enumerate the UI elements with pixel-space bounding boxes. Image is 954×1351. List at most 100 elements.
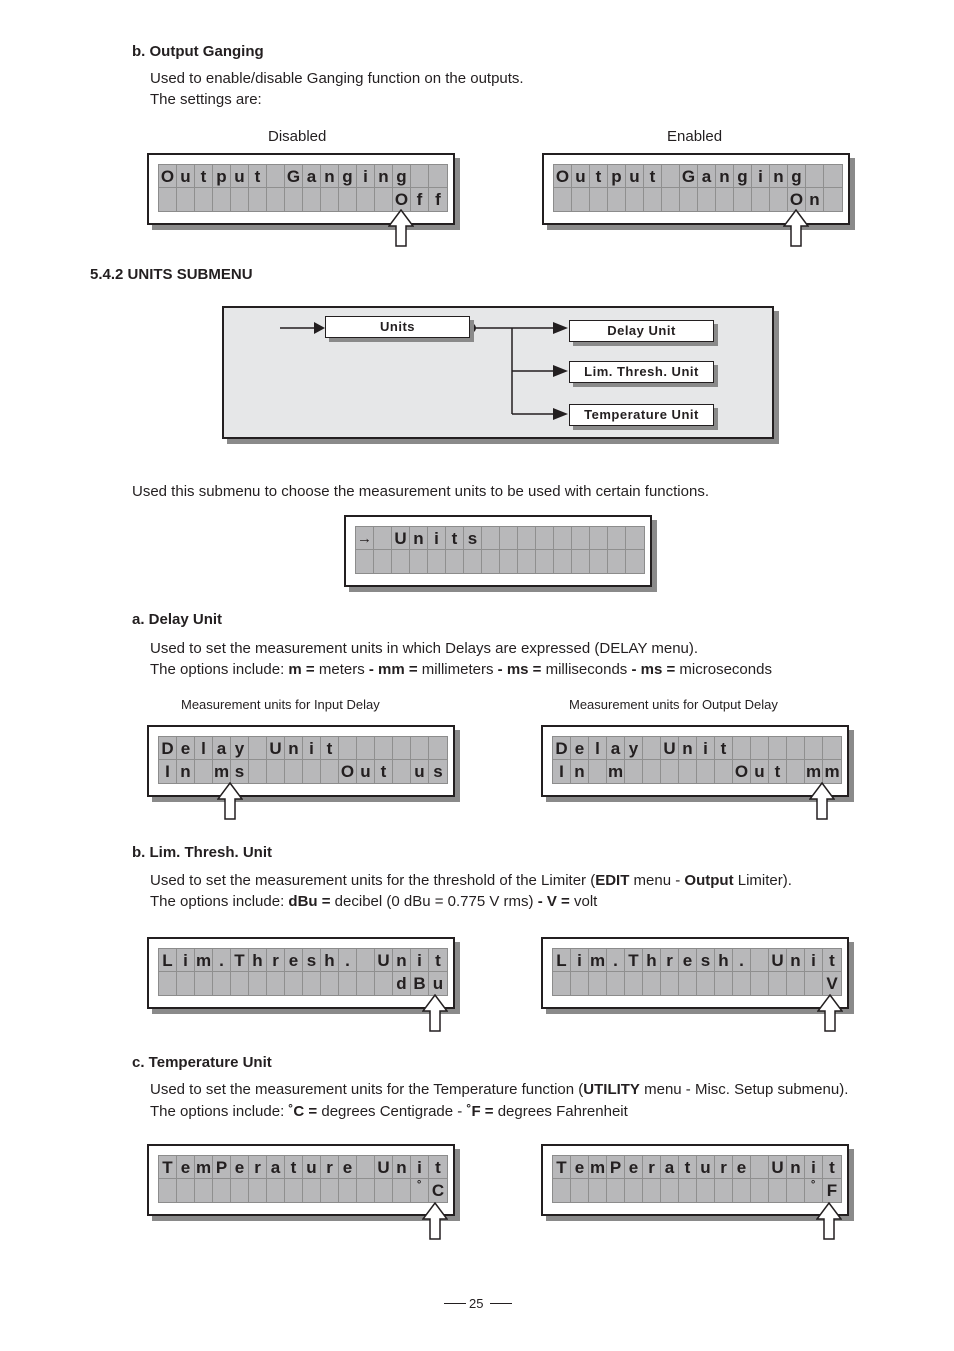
lcd-cell xyxy=(806,165,824,188)
lcd-cell xyxy=(357,1179,375,1202)
option-key: m = xyxy=(288,661,315,678)
lcd-cell: s xyxy=(464,527,482,550)
lcd-cell xyxy=(572,188,590,211)
lcd-cell xyxy=(374,527,392,550)
lcd-cell: y xyxy=(625,737,643,760)
lcd-cell xyxy=(267,760,285,783)
lcd-cell xyxy=(716,188,734,211)
lcd-cell: u xyxy=(626,165,644,188)
option-key: - ms = xyxy=(497,661,542,678)
lcd-cell: n xyxy=(679,737,697,760)
lcd-cell xyxy=(751,1179,769,1202)
lcd-cell xyxy=(572,550,590,573)
option-key: - ms = xyxy=(631,661,676,678)
caption-input-delay: Measurement units for Input Delay xyxy=(181,697,380,712)
lcd-cell xyxy=(715,760,733,783)
lcd-cell xyxy=(375,188,393,211)
lcd-character-grid: Lim.Thresh.UnitV xyxy=(552,948,842,996)
lcd-cell: t xyxy=(769,760,787,783)
lcd-cell xyxy=(213,188,231,211)
lcd-cell xyxy=(787,1179,805,1202)
paragraph: Used to set the measurement units for th… xyxy=(150,870,792,891)
lcd-cell xyxy=(357,972,375,995)
lcd-cell xyxy=(195,760,213,783)
arrowhead-icon xyxy=(553,408,568,420)
lcd-cell xyxy=(303,972,321,995)
lcd-cell xyxy=(500,550,518,573)
lcd-cell xyxy=(715,1179,733,1202)
lcd-cell xyxy=(321,188,339,211)
lcd-cell: a xyxy=(698,165,716,188)
lcd-cell xyxy=(643,972,661,995)
lcd-cell: n xyxy=(393,1156,411,1179)
footer-rule xyxy=(444,1303,466,1304)
lcd-cell xyxy=(679,760,697,783)
lcd-cell xyxy=(339,737,357,760)
lcd-cell: g xyxy=(788,165,806,188)
lcd-cell xyxy=(249,188,267,211)
lcd-cell: a xyxy=(303,165,321,188)
lcd-cell: t xyxy=(285,1156,303,1179)
lcd-cell: m xyxy=(824,762,840,781)
lcd-cell: . xyxy=(733,949,751,972)
lcd-cell: l xyxy=(195,737,213,760)
lcd-cell: m xyxy=(195,949,213,972)
text: Used to set the measurement units for th… xyxy=(150,1081,584,1098)
lcd-cell: h xyxy=(643,949,661,972)
lcd-cell xyxy=(553,1179,571,1202)
lcd-cell: U xyxy=(392,527,410,550)
lcd-cell xyxy=(303,1179,321,1202)
cursor-arrow-icon xyxy=(816,1202,842,1240)
lcd-cell: L xyxy=(159,949,177,972)
lcd-cell xyxy=(392,550,410,573)
lcd-cell: t xyxy=(321,737,339,760)
cursor-arrow-icon xyxy=(388,209,414,247)
lcd-cell: n xyxy=(393,949,411,972)
lcd-cell xyxy=(249,972,267,995)
lcd-cell: O xyxy=(554,165,572,188)
lcd-cell xyxy=(339,188,357,211)
lcd-cell xyxy=(661,760,679,783)
lcd-cell xyxy=(536,527,554,550)
lcd-cell: r xyxy=(249,1156,267,1179)
lcd-cell xyxy=(608,188,626,211)
text: Limiter). xyxy=(733,872,792,889)
lcd-cell xyxy=(303,188,321,211)
lcd-cell xyxy=(518,527,536,550)
lcd-cell xyxy=(357,1156,375,1179)
lcd-cell: r xyxy=(321,1156,339,1179)
lcd-cell xyxy=(679,972,697,995)
lcd-cell xyxy=(357,188,375,211)
cursor-arrow-icon xyxy=(783,209,809,247)
options-prefix: The options include: xyxy=(150,893,289,910)
lcd-character-grid: DelayUnitInmOutmm xyxy=(552,736,842,784)
paragraph: Used to enable/disable Ganging function … xyxy=(150,70,524,87)
lcd-cell xyxy=(572,527,590,550)
lcd-cell: e xyxy=(177,737,195,760)
lcd-cell: u xyxy=(751,760,769,783)
paragraph-options: The options include: dBu = decibel (0 dB… xyxy=(150,891,597,912)
lcd-cell: p xyxy=(213,165,231,188)
arrowhead-icon xyxy=(314,322,325,334)
lcd-cell: D xyxy=(159,737,177,760)
lcd-cell xyxy=(500,527,518,550)
lcd-display: Te m Pe r a t u r e Un i t ˚ C xyxy=(147,1144,455,1216)
lcd-cell: u xyxy=(432,974,444,993)
option-desc: decibel (0 dBu = 0.775 V rms) xyxy=(330,893,538,910)
lcd-cell: i xyxy=(805,1156,823,1179)
lcd-cell: r xyxy=(643,1156,661,1179)
lcd-cell xyxy=(393,1179,411,1202)
lcd-cell xyxy=(357,949,375,972)
lcd-cell xyxy=(411,737,429,760)
lcd-cell xyxy=(321,972,339,995)
lcd-cell xyxy=(428,550,446,573)
lcd-cell: U xyxy=(769,949,787,972)
lcd-character-grid: → Un i t s xyxy=(355,526,645,574)
menu-node-units: Units xyxy=(325,316,470,338)
lcd-cell: n xyxy=(770,165,788,188)
lcd-cell: G xyxy=(680,165,698,188)
lcd-cell: n xyxy=(410,527,428,550)
option-desc: millimeters xyxy=(417,661,498,678)
lcd-cell xyxy=(285,760,303,783)
text: menu - Misc. Setup submenu). xyxy=(639,1081,849,1098)
